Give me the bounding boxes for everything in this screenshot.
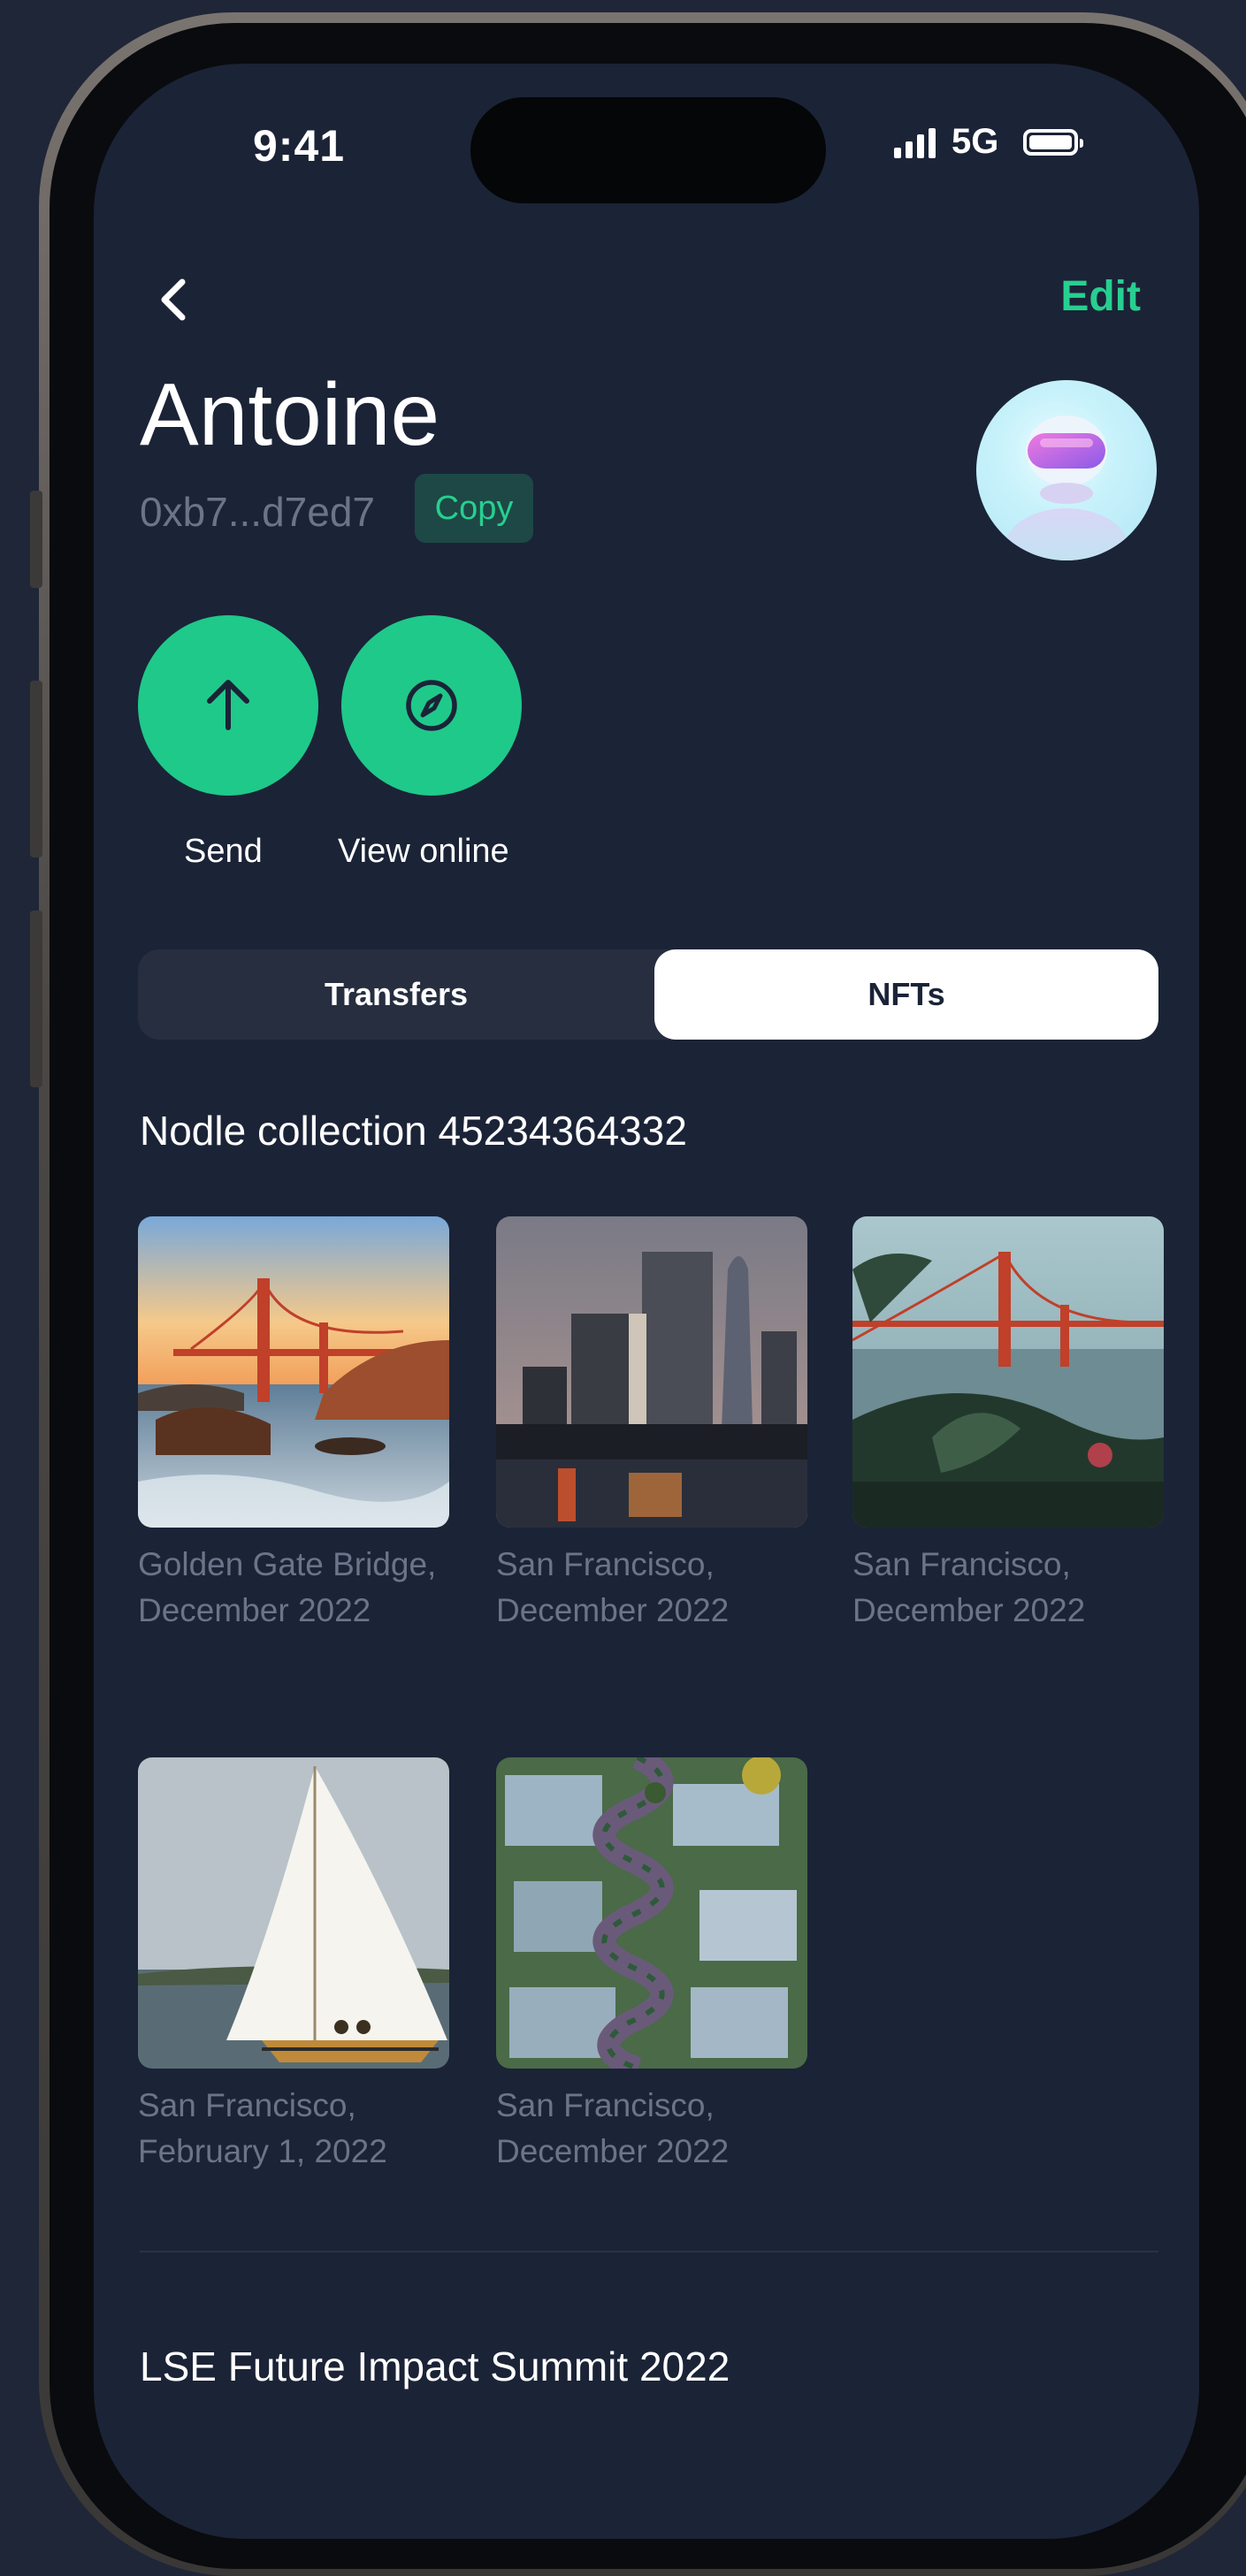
avatar[interactable] bbox=[976, 380, 1157, 560]
nft-caption: San Francisco, December 2022 bbox=[496, 1546, 730, 1628]
profile-name: Antoine bbox=[140, 365, 440, 464]
nft-caption: San Francisco, December 2022 bbox=[496, 2087, 730, 2169]
battery-icon bbox=[1023, 128, 1084, 156]
section-divider bbox=[140, 2251, 1158, 2252]
nft-card[interactable]: San Francisco, December 2022 bbox=[852, 1216, 1164, 1634]
nft-caption: Golden Gate Bridge, December 2022 bbox=[138, 1546, 437, 1628]
nft-image-sailboat bbox=[138, 1757, 449, 2069]
nft-image-golden-gate-beach bbox=[138, 1216, 449, 1528]
phone-volume-down bbox=[30, 911, 42, 1087]
dynamic-island bbox=[470, 97, 826, 203]
signal-icon bbox=[894, 126, 936, 158]
chevron-left-icon bbox=[161, 278, 186, 321]
back-button[interactable] bbox=[150, 273, 195, 326]
status-indicators: 5G bbox=[894, 122, 1084, 162]
send-button[interactable] bbox=[138, 615, 318, 796]
view-online-label: View online bbox=[338, 833, 509, 870]
nft-card[interactable]: Golden Gate Bridge, December 2022 bbox=[138, 1216, 449, 1634]
compass-icon bbox=[406, 680, 457, 731]
phone-silent-switch bbox=[30, 491, 42, 588]
copy-address-button[interactable]: Copy bbox=[415, 474, 533, 543]
nft-image-city-skyline bbox=[496, 1216, 807, 1528]
wallet-address: 0xb7...d7ed7 bbox=[140, 489, 376, 535]
phone-volume-up bbox=[30, 681, 42, 857]
network-type: 5G bbox=[952, 122, 999, 161]
nft-image-golden-gate-plants bbox=[852, 1216, 1164, 1528]
edit-button[interactable]: Edit bbox=[1060, 272, 1141, 321]
view-online-button[interactable] bbox=[341, 615, 522, 796]
tab-transfers[interactable]: Transfers bbox=[138, 949, 654, 1040]
app-screen: 9:41 5G Edit Antoine 0xb7...d7ed7 Copy S… bbox=[94, 64, 1199, 2539]
segmented-control: Transfers NFTs bbox=[138, 949, 1158, 1040]
nft-card[interactable]: San Francisco, December 2022 bbox=[496, 1216, 807, 1634]
tab-nfts[interactable]: NFTs bbox=[654, 949, 1158, 1040]
nft-caption: San Francisco, December 2022 bbox=[852, 1546, 1086, 1628]
arrow-up-icon bbox=[207, 680, 249, 730]
nft-card[interactable]: San Francisco, February 1, 2022 bbox=[138, 1757, 449, 2175]
nft-caption: San Francisco, February 1, 2022 bbox=[138, 2087, 387, 2169]
status-time: 9:41 bbox=[253, 121, 346, 171]
send-label: Send bbox=[184, 833, 263, 870]
nft-image-lombard-street-aerial bbox=[496, 1757, 807, 2069]
robot-avatar-icon bbox=[1005, 415, 1128, 560]
nft-card[interactable]: San Francisco, December 2022 bbox=[496, 1757, 807, 2175]
collection-title: LSE Future Impact Summit 2022 bbox=[140, 2344, 730, 2389]
collection-title: Nodle collection 45234364332 bbox=[140, 1108, 687, 1154]
